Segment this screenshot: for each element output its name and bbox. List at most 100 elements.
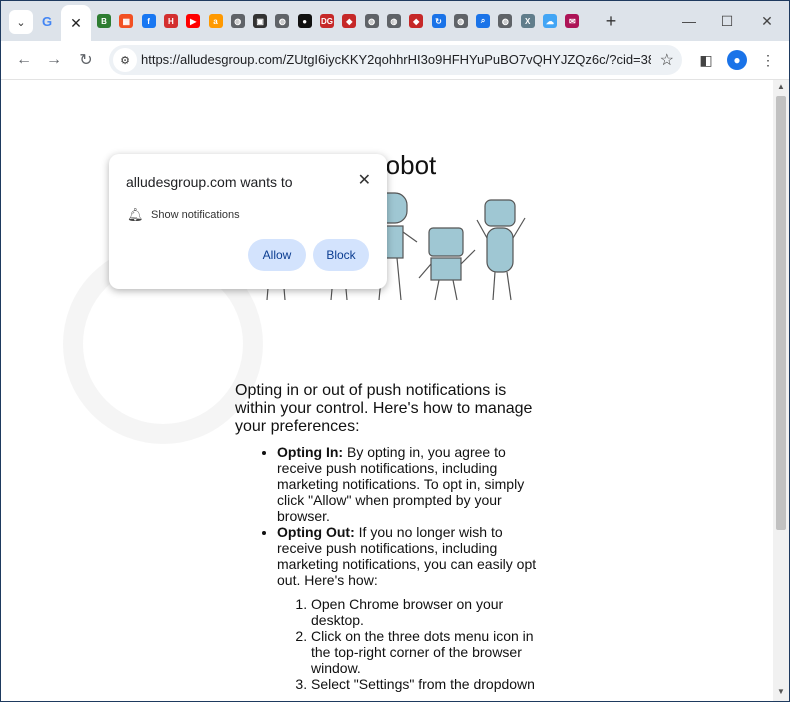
refresh-icon: ↻ <box>431 14 446 28</box>
youtube-icon: ▶ <box>186 14 201 28</box>
tab-13[interactable]: ◍ <box>383 9 405 33</box>
profile-avatar[interactable]: ● <box>727 50 747 70</box>
globe-icon: ◍ <box>275 14 290 28</box>
tab-9[interactable]: ● <box>294 9 316 33</box>
robot-5 <box>476 199 526 301</box>
reload-icon: ↻ <box>79 52 93 69</box>
app-icon: ▣ <box>253 14 268 28</box>
scroll-up-icon[interactable]: ▲ <box>776 82 786 92</box>
bookmark-star-icon[interactable]: ☆ <box>660 50 674 70</box>
scroll-down-icon[interactable]: ▼ <box>776 687 786 697</box>
article: Opting in or out of push notifications i… <box>235 382 545 692</box>
globe-icon: ◍ <box>453 14 468 28</box>
popup-title: alludesgroup.com wants to <box>126 174 293 190</box>
list-item: Opting In: By opting in, you agree to re… <box>277 444 545 524</box>
microsoft-icon: ▦ <box>119 14 134 28</box>
optin-list: Opting In: By opting in, you agree to re… <box>235 444 545 692</box>
tab-18[interactable]: ◍ <box>494 9 516 33</box>
step-item: Open Chrome browser on your desktop. <box>311 596 545 628</box>
maximize-button[interactable]: ☐ <box>717 11 737 31</box>
browser-window: ⌄ G ✕ B ▦ f H ▶ a ◍ ▣ ◍ ● DG ◆ ◍ ◍ ◆ ↻ ◍ ⌕ ◍ X ☁ ✉ + — ☐ ✕ ← … <box>0 0 790 702</box>
tab-14[interactable]: ◆ <box>405 9 427 33</box>
close-icon[interactable]: ✕ <box>358 170 371 190</box>
tab-21[interactable]: ✉ <box>561 9 583 33</box>
tab-strip: ⌄ G ✕ B ▦ f H ▶ a ◍ ▣ ◍ ● DG ◆ ◍ ◍ ◆ ↻ ◍ ⌕ ◍ X ☁ ✉ + — ☐ ✕ <box>1 1 789 41</box>
arrow-left-icon: ← <box>16 51 32 68</box>
tab-search-button[interactable]: ⌄ <box>9 10 33 34</box>
google-icon: G <box>41 13 53 29</box>
chevron-down-icon: ⌄ <box>16 16 26 29</box>
block-button[interactable]: Block <box>313 239 369 271</box>
tab-3[interactable]: H <box>160 9 182 33</box>
optout-steps: Open Chrome browser on your desktop. Cli… <box>277 596 545 692</box>
tab-2[interactable]: f <box>138 9 160 33</box>
notification-permission-popup: alludesgroup.com wants to ✕ 🔔︎ Show noti… <box>109 154 387 289</box>
intro-paragraph: Opting in or out of push notifications i… <box>235 382 533 435</box>
minimize-icon: — <box>682 13 696 29</box>
scroll-thumb[interactable] <box>776 96 786 530</box>
map-icon: ◆ <box>342 14 357 28</box>
arrow-right-icon: → <box>46 51 62 68</box>
cloud-icon: ☁ <box>543 14 557 28</box>
plus-icon: + <box>605 10 617 31</box>
close-icon[interactable]: ✕ <box>70 15 82 32</box>
tab-1[interactable]: ▦ <box>115 9 137 33</box>
minimize-button[interactable]: — <box>679 11 699 31</box>
tab-20[interactable]: ☁ <box>539 9 561 33</box>
forward-button[interactable]: → <box>43 49 65 71</box>
side-panel-button[interactable]: ◧ <box>696 50 716 70</box>
tab-google[interactable]: G <box>36 9 58 33</box>
menu-button[interactable]: ⋮ <box>758 50 778 70</box>
xcel-icon: X <box>520 14 535 28</box>
bell-icon: 🔔︎ <box>127 207 144 222</box>
close-icon: ✕ <box>761 12 773 29</box>
globe-icon: ◍ <box>386 14 401 28</box>
page-content: ou are not a robot <box>1 80 773 701</box>
tab-19[interactable]: X <box>517 9 539 33</box>
step-item: Click on the three dots menu icon in the… <box>311 628 545 676</box>
amazon-icon: a <box>208 14 223 28</box>
tab-16[interactable]: ◍ <box>450 9 472 33</box>
new-tab-button[interactable]: + <box>601 11 621 31</box>
address-bar[interactable]: ⚙ https://alludesgroup.com/ZUtgI6iycKKY2… <box>109 45 682 75</box>
permission-label: Show notifications <box>151 209 240 221</box>
tab-7[interactable]: ▣ <box>249 9 271 33</box>
side-panel-icon: ◧ <box>699 51 713 68</box>
toolbar: ← → ↻ ⚙ https://alludesgroup.com/ZUtgI6i… <box>1 41 789 80</box>
globe-icon: ◍ <box>364 14 379 28</box>
tune-icon: ⚙ <box>120 54 130 67</box>
dark-circle-icon: ● <box>297 14 312 28</box>
site-info-button[interactable]: ⚙ <box>113 48 137 72</box>
tab-12[interactable]: ◍ <box>361 9 383 33</box>
tab-active[interactable]: ✕ <box>61 5 91 41</box>
scrollbar[interactable]: ▲ ▼ <box>773 80 789 701</box>
list-item: Opting Out: If you no longer wish to rec… <box>277 524 545 692</box>
close-window-button[interactable]: ✕ <box>757 11 777 31</box>
dg-icon: DG <box>320 14 334 28</box>
back-button[interactable]: ← <box>13 49 35 71</box>
h-icon: H <box>163 14 178 28</box>
allow-button[interactable]: Allow <box>248 239 306 271</box>
kebab-menu-icon: ⋮ <box>761 51 775 68</box>
maximize-icon: ☐ <box>720 12 734 29</box>
person-icon: ● <box>733 53 741 67</box>
map-icon: ◆ <box>409 14 424 28</box>
tab-8[interactable]: ◍ <box>271 9 293 33</box>
mail-icon: ✉ <box>565 14 580 28</box>
search-icon: ⌕ <box>476 14 491 28</box>
url-text[interactable]: https://alludesgroup.com/ZUtgI6iycKKY2qo… <box>141 52 651 67</box>
tab-15[interactable]: ↻ <box>428 9 450 33</box>
grocery-icon: B <box>97 14 111 28</box>
robot-4 <box>418 227 476 301</box>
globe-icon: ◍ <box>498 14 513 28</box>
tab-4[interactable]: ▶ <box>182 9 204 33</box>
step-item: Select "Settings" from the dropdown <box>311 676 545 692</box>
reload-button[interactable]: ↻ <box>75 49 97 71</box>
tab-6[interactable]: ◍ <box>227 9 249 33</box>
tab-0[interactable]: B <box>93 9 115 33</box>
globe-icon: ◍ <box>230 14 245 28</box>
tab-5[interactable]: a <box>205 9 227 33</box>
tab-17[interactable]: ⌕ <box>472 9 494 33</box>
tab-10[interactable]: DG <box>316 9 338 33</box>
tab-11[interactable]: ◆ <box>338 9 360 33</box>
